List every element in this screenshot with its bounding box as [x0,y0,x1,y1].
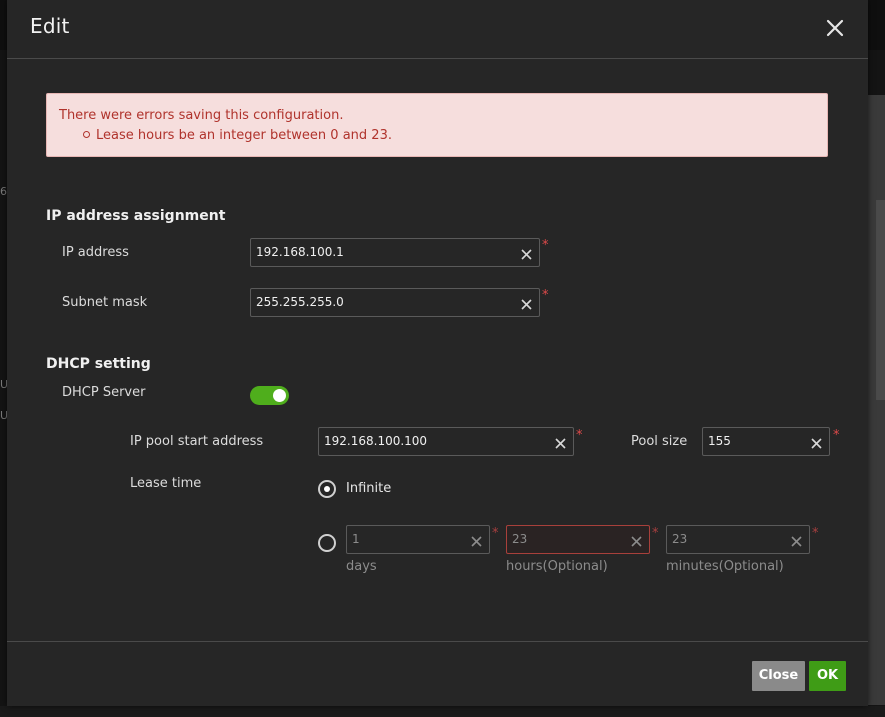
ok-button[interactable]: OK [809,661,846,691]
lease-time-label: Lease time [130,476,202,491]
background-app-bottombar [0,706,885,717]
required-marker: * [833,428,840,443]
ip-pool-start-value: 192.168.100.100 [324,434,428,448]
required-marker: * [652,526,659,541]
pool-size-value: 155 [708,434,731,448]
required-marker: * [812,526,819,541]
clear-icon[interactable] [630,533,643,547]
required-marker: * [542,238,549,253]
subnet-mask-label: Subnet mask [62,295,148,310]
subnet-mask-input[interactable]: 255.255.255.0 [250,288,540,317]
radio-selected-dot [324,486,330,492]
lease-hours-input[interactable]: 23 [506,525,650,554]
dhcp-server-toggle[interactable] [250,386,289,405]
required-marker: * [492,526,499,541]
dhcp-server-label: DHCP Server [62,385,146,400]
background-app-panel-inner [876,200,885,400]
pool-size-input[interactable]: 155 [702,427,830,456]
clear-icon[interactable] [810,435,823,449]
required-marker: * [542,288,549,303]
clear-icon[interactable] [790,533,803,547]
lease-days-label: days [346,559,377,574]
lease-days-value: 1 [352,532,360,546]
required-marker: * [576,428,583,443]
clear-icon[interactable] [470,533,483,547]
close-button[interactable]: Close [752,661,805,691]
ip-pool-start-input[interactable]: 192.168.100.100 [318,427,574,456]
lease-infinite-label: Infinite [346,481,392,496]
dialog-header: Edit [7,0,868,59]
dhcp-section-title: DHCP setting [46,356,151,372]
dialog-title: Edit [30,14,70,38]
bullet-icon [83,131,90,138]
lease-infinite-radio[interactable] [318,480,336,498]
lease-minutes-value: 23 [672,532,688,546]
lease-minutes-label: minutes(Optional) [666,559,784,574]
edit-dialog: Edit There were errors saving this confi… [7,0,868,706]
clear-icon[interactable] [520,296,533,310]
error-alert: There were errors saving this configurat… [46,93,828,157]
pool-size-label: Pool size [631,434,688,449]
clear-icon[interactable] [520,246,533,260]
ip-address-value: 192.168.100.1 [256,245,344,259]
ip-pool-start-label: IP pool start address [130,434,264,449]
lease-minutes-input[interactable]: 23 [666,525,810,554]
lease-hours-label: hours(Optional) [506,559,608,574]
ip-address-label: IP address [62,245,129,260]
error-alert-item: Lease hours be an integer between 0 and … [83,128,392,143]
subnet-mask-value: 255.255.255.0 [256,295,344,309]
footer-divider [7,641,868,642]
ip-address-input[interactable]: 192.168.100.1 [250,238,540,267]
error-alert-item-text: Lease hours be an integer between 0 and … [96,128,392,143]
lease-days-input[interactable]: 1 [346,525,490,554]
clear-icon[interactable] [554,435,567,449]
close-icon[interactable] [823,16,847,40]
error-alert-title: There were errors saving this configurat… [59,108,344,123]
lease-custom-radio[interactable] [318,534,336,552]
lease-hours-value: 23 [512,532,528,546]
toggle-knob [273,389,286,402]
ip-assignment-section-title: IP address assignment [46,208,226,224]
background-app-panel [868,95,885,705]
